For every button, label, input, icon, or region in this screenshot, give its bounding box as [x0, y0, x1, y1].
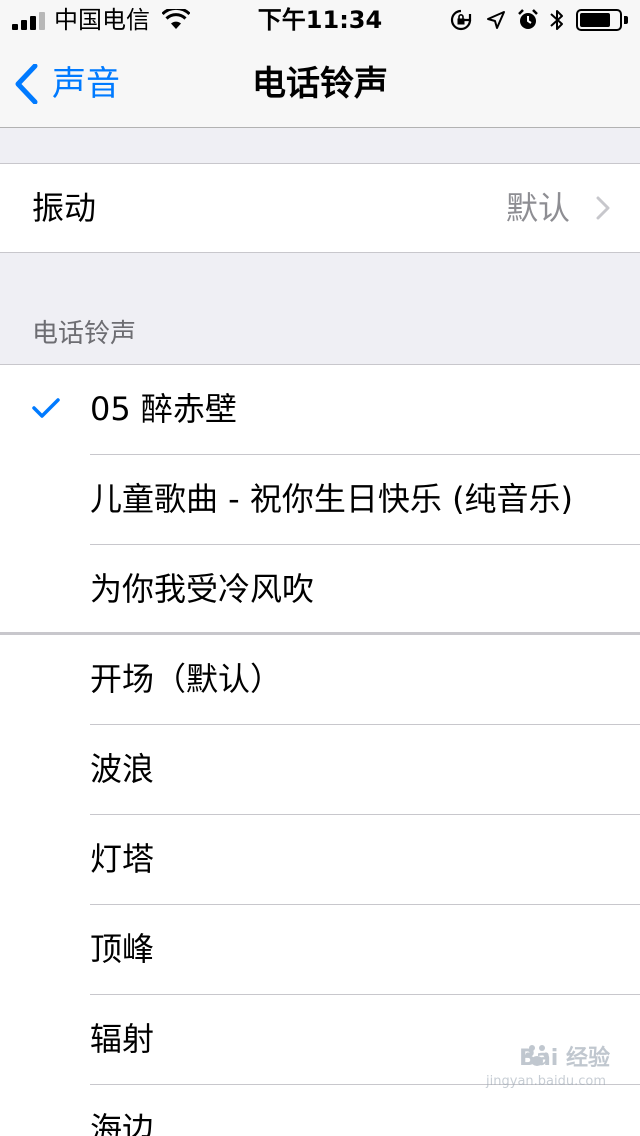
status-bar: 中国电信 下午11:34	[0, 0, 640, 40]
ringtone-row[interactable]: 开场（默认）	[0, 635, 640, 725]
ringtone-label: 开场（默认）	[90, 660, 283, 698]
vibration-label: 振动	[32, 189, 97, 227]
ringtone-row[interactable]: 顶峰	[0, 905, 640, 995]
chevron-right-icon	[596, 196, 610, 220]
battery-tip	[624, 16, 628, 24]
ringtone-row[interactable]: 儿童歌曲 - 祝你生日快乐 (纯音乐)	[0, 455, 640, 545]
ringtone-row[interactable]: 辐射	[0, 995, 640, 1085]
ringtone-row[interactable]: 灯塔	[0, 815, 640, 905]
ringtone-label: 海边	[90, 1110, 155, 1136]
vibration-value: 默认	[505, 189, 570, 227]
ringtone-section-header: 电话铃声	[32, 319, 137, 349]
ringtone-label: 顶峰	[90, 930, 155, 968]
status-time: 下午11:34	[257, 6, 383, 34]
orientation-lock-icon	[450, 9, 472, 31]
builtin-ringtone-list: 开场（默认） 波浪 灯塔 顶峰 辐射 海边	[0, 632, 640, 1136]
ringtone-label: 儿童歌曲 - 祝你生日快乐 (纯音乐)	[90, 480, 574, 518]
vibration-row[interactable]: 振动 默认	[0, 163, 640, 253]
ringtone-row[interactable]: 海边	[0, 1085, 640, 1136]
custom-ringtone-list: 05 醉赤壁 儿童歌曲 - 祝你生日快乐 (纯音乐) 为你我受冷风吹	[0, 364, 640, 635]
navigation-bar: 声音 电话铃声	[0, 40, 640, 128]
ringtone-row[interactable]: 为你我受冷风吹	[0, 545, 640, 635]
ringtone-label: 灯塔	[90, 840, 155, 878]
alarm-icon	[518, 9, 538, 29]
ringtone-label: 波浪	[90, 750, 155, 788]
ringtone-label: 为你我受冷风吹	[90, 570, 315, 608]
ringtone-row[interactable]: 波浪	[0, 725, 640, 815]
ringtone-label: 辐射	[90, 1020, 155, 1058]
ringtone-label: 05 醉赤壁	[90, 390, 237, 428]
page-title: 电话铃声	[252, 64, 388, 104]
battery-icon	[576, 9, 622, 31]
location-icon	[487, 11, 505, 29]
ringtone-row[interactable]: 05 醉赤壁	[0, 365, 640, 455]
checkmark-icon	[32, 398, 60, 418]
bluetooth-icon	[550, 10, 563, 30]
